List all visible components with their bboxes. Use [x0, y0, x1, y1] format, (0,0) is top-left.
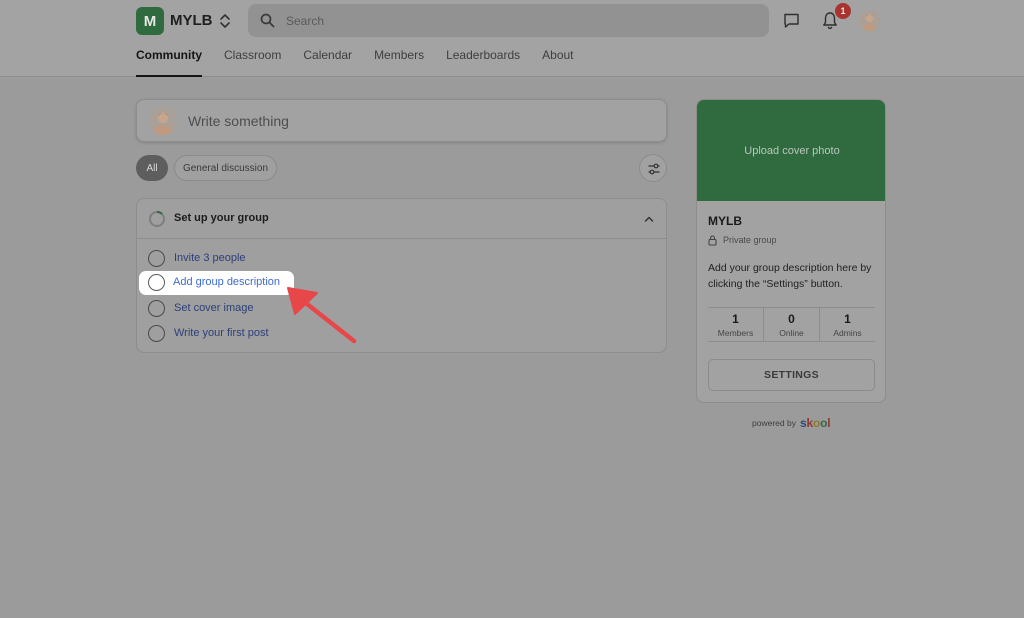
lock-icon [708, 235, 717, 246]
progress-ring-icon [149, 211, 165, 227]
tab-leaderboards[interactable]: Leaderboards [446, 48, 520, 77]
group-description: Add your group description here by click… [708, 262, 872, 290]
setup-title: Set up your group [174, 212, 269, 224]
chevron-up-down-icon[interactable] [218, 11, 232, 31]
stat-label: Online [779, 327, 804, 338]
tab-members[interactable]: Members [374, 48, 424, 77]
stat-online[interactable]: 0 Online [764, 308, 820, 341]
stat-value: 0 [788, 311, 795, 326]
top-header: M MYLB 1 Community Classroom Calendar Me… [0, 0, 1024, 77]
task-checkbox[interactable] [148, 299, 165, 317]
tab-calendar[interactable]: Calendar [303, 48, 352, 77]
tab-classroom[interactable]: Classroom [224, 48, 281, 77]
notification-badge: 1 [835, 3, 851, 19]
stat-members[interactable]: 1 Members [708, 308, 764, 341]
settings-button[interactable]: SETTINGS [708, 359, 875, 391]
filter-chip-general-discussion[interactable]: General discussion [174, 155, 277, 181]
avatar-image [859, 10, 880, 31]
task-write-first-post[interactable]: Write your first post [148, 324, 269, 342]
avatar-image [149, 107, 177, 135]
group-card-title: MYLB [708, 214, 742, 228]
upload-cover-photo-button[interactable]: Upload cover photo [697, 100, 885, 201]
composer-avatar [149, 107, 177, 135]
nav-tabs: Community Classroom Calendar Members Lea… [136, 48, 596, 77]
filter-chip-all[interactable]: All [136, 155, 168, 181]
setup-card-header[interactable]: Set up your group [137, 199, 666, 239]
filter-settings-button[interactable] [639, 154, 667, 182]
group-name-label[interactable]: MYLB [170, 12, 213, 29]
group-stats: 1 Members 0 Online 1 Admins [708, 307, 875, 342]
task-add-group-description[interactable]: Add group description [139, 271, 294, 295]
task-label[interactable]: Write your first post [174, 327, 269, 339]
tab-about[interactable]: About [542, 48, 573, 77]
stat-label: Members [717, 327, 754, 338]
logo-letter: l [827, 416, 831, 430]
post-composer[interactable]: Write something [136, 99, 667, 142]
search-icon [260, 13, 275, 28]
task-set-cover-image[interactable]: Set cover image [148, 299, 253, 317]
stat-admins[interactable]: 1 Admins [820, 308, 875, 341]
group-info-card: Upload cover photo MYLB Private group Ad… [696, 99, 886, 403]
stat-value: 1 [844, 311, 851, 326]
task-checkbox[interactable] [148, 324, 165, 342]
composer-placeholder: Write something [188, 113, 289, 129]
search-input[interactable] [286, 4, 756, 37]
logo-letter: o [812, 416, 821, 430]
group-privacy-label: Private group [723, 235, 777, 245]
task-label[interactable]: Add group description [173, 276, 280, 288]
annotation-arrow-icon [287, 287, 357, 344]
user-avatar[interactable] [859, 10, 880, 31]
search-bar[interactable] [248, 4, 769, 37]
chat-icon[interactable] [783, 12, 800, 29]
chevron-up-icon[interactable] [643, 213, 655, 225]
task-invite-people[interactable]: Invite 3 people [148, 249, 246, 267]
task-checkbox[interactable] [148, 249, 165, 267]
task-label[interactable]: Invite 3 people [174, 252, 246, 264]
skool-logo: skool [800, 416, 831, 430]
stat-label: Admins [833, 327, 862, 338]
task-label[interactable]: Set cover image [174, 302, 253, 314]
sliders-icon [648, 163, 660, 175]
powered-by-footer[interactable]: powered by skool [752, 416, 831, 430]
stat-value: 1 [732, 311, 739, 326]
group-logo[interactable]: M [136, 7, 164, 35]
powered-by-label: powered by [752, 418, 796, 428]
tab-community[interactable]: Community [136, 48, 202, 77]
task-checkbox[interactable] [148, 274, 165, 291]
